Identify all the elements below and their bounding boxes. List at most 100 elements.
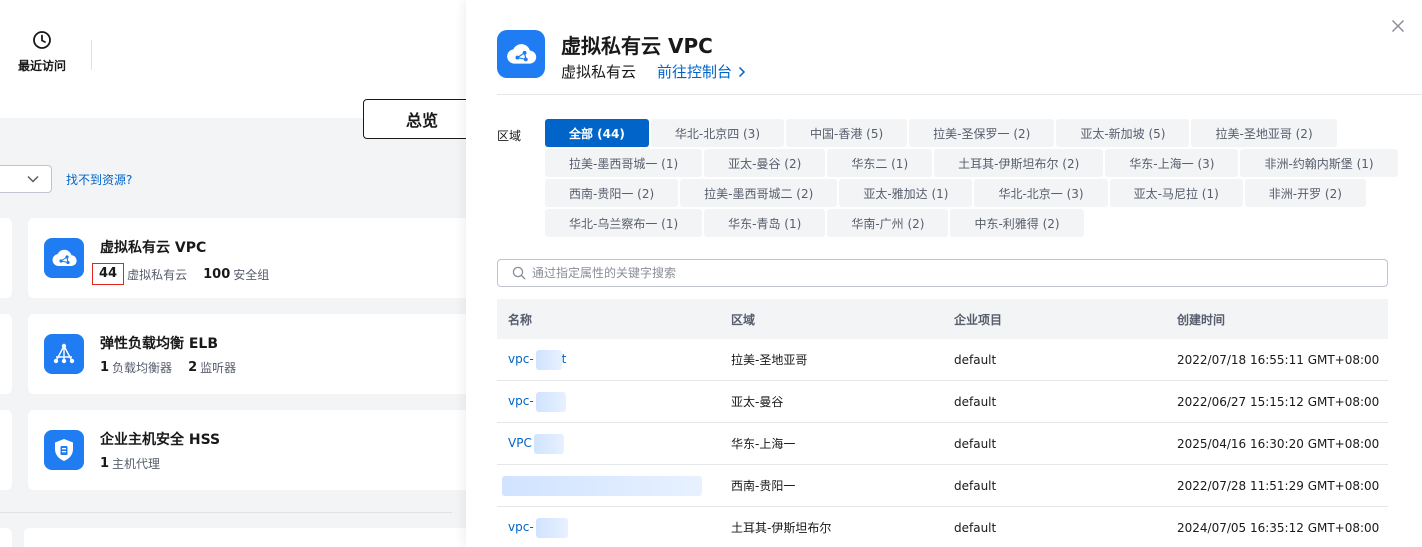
region-chip[interactable]: 华北-北京四 (3): [650, 119, 785, 147]
created-time-cell: 2022/06/27 15:15:12 GMT+08:00: [1177, 394, 1380, 409]
column-header-project[interactable]: 企业项目: [943, 311, 1166, 328]
region-cell: 华东-上海一: [731, 437, 796, 451]
vpc-name-link[interactable]: [502, 475, 702, 496]
vpc-name: vpc-: [508, 394, 534, 408]
region-chip[interactable]: 华东二 (1): [827, 149, 933, 177]
region-chip[interactable]: 亚太-曼谷 (2): [704, 149, 826, 177]
left-edge-card: [0, 314, 12, 394]
service-stats: 44 虚拟私有云 100 安全组: [92, 263, 285, 285]
region-chip[interactable]: 土耳其-伊斯坦布尔 (2): [934, 149, 1104, 177]
region-chip[interactable]: 西南-贵阳一 (2): [545, 179, 679, 207]
vpc-count[interactable]: 44: [92, 263, 125, 285]
column-header-region[interactable]: 区域: [720, 311, 943, 328]
service-card-partial[interactable]: [24, 528, 484, 547]
region-chip[interactable]: 拉美-圣保罗一 (2): [909, 119, 1055, 147]
section-divider: [0, 512, 452, 513]
region-chip[interactable]: 亚太-雅加达 (1): [839, 179, 973, 207]
close-icon[interactable]: [1390, 18, 1406, 34]
column-header-name[interactable]: 名称: [497, 311, 720, 328]
service-card-hss[interactable]: 企业主机安全 HSS 1 主机代理: [28, 410, 478, 490]
security-group-count[interactable]: 100: [203, 267, 230, 282]
stat-label: 安全组: [233, 267, 270, 282]
created-time-cell: 2024/07/05 16:35:12 GMT+08:00: [1177, 520, 1380, 535]
region-chip-all[interactable]: 全部 (44): [545, 119, 649, 147]
project-cell: default: [954, 478, 997, 493]
redacted-mask: [535, 349, 562, 370]
load-balancer-icon: [44, 334, 84, 374]
region-chip[interactable]: 亚太-马尼拉 (1): [1109, 179, 1243, 207]
vpc-name-link[interactable]: vpc-t: [508, 349, 567, 370]
recent-visits-button[interactable]: 最近访问: [14, 30, 70, 74]
cloud-vpc-icon: [497, 30, 545, 78]
service-title: 弹性负载均衡 ELB: [100, 336, 219, 352]
table-row: vpc-t 拉美-圣地亚哥 default 2022/07/18 16:55:1…: [497, 339, 1388, 381]
host-agent-count[interactable]: 1: [100, 456, 109, 471]
region-chip[interactable]: 华北-北京一 (3): [974, 179, 1108, 207]
vpc-name-link[interactable]: VPC: [508, 433, 564, 454]
stat-label: 主机代理: [112, 457, 161, 471]
recent-visits-label: 最近访问: [17, 59, 66, 73]
vpc-name: VPC: [508, 436, 532, 450]
drawer-subtitle: 虚拟私有云: [561, 63, 637, 81]
table-header: 名称 区域 企业项目 创建时间: [497, 299, 1388, 339]
cloud-vpc-icon: [44, 238, 84, 278]
search-icon: [512, 266, 526, 280]
service-card-vpc[interactable]: 虚拟私有云 VPC 44 虚拟私有云 100 安全组: [28, 218, 478, 298]
region-chip[interactable]: 中国-香港 (5): [786, 119, 908, 147]
region-cell: 土耳其-伊斯坦布尔: [731, 521, 832, 535]
vpc-resource-drawer: 虚拟私有云 VPC 虚拟私有云 前往控制台 区域 全部 (44) 华北-北京四 …: [466, 0, 1422, 547]
service-stats: 1 负载均衡器 2 监听器: [100, 359, 252, 376]
service-title: 虚拟私有云 VPC: [100, 240, 207, 256]
redacted-mask: [502, 475, 702, 496]
created-time-cell: 2025/04/16 16:30:20 GMT+08:00: [1177, 436, 1380, 451]
left-edge-card: [0, 410, 12, 490]
redacted-mask: [535, 517, 568, 538]
region-chip[interactable]: 拉美-圣地亚哥 (2): [1191, 119, 1337, 147]
column-header-created[interactable]: 创建时间: [1166, 311, 1388, 328]
table-row: vpc- 土耳其-伊斯坦布尔 default 2024/07/05 16:35:…: [497, 507, 1388, 547]
overview-tab-button[interactable]: 总览: [363, 99, 481, 139]
created-time-cell: 2022/07/28 11:51:29 GMT+08:00: [1177, 478, 1380, 493]
vpc-name-tail: t: [561, 352, 567, 366]
region-chip[interactable]: 华南-广州 (2): [827, 209, 949, 237]
table-row: 西南-贵阳一 default 2022/07/28 11:51:29 GMT+0…: [497, 465, 1388, 507]
region-chip[interactable]: 华东-青岛 (1): [704, 209, 826, 237]
region-chip[interactable]: 非洲-约翰内斯堡 (1): [1240, 149, 1398, 177]
region-chip[interactable]: 华北-乌兰察布一 (1): [545, 209, 703, 237]
service-title: 企业主机安全 HSS: [100, 432, 221, 448]
region-chip[interactable]: 亚太-新加坡 (5): [1056, 119, 1190, 147]
resource-filter-select[interactable]: [0, 165, 52, 193]
region-cell: 拉美-圣地亚哥: [731, 353, 808, 367]
shield-icon: [44, 430, 84, 470]
service-stats: 1 主机代理: [100, 455, 176, 472]
project-cell: default: [954, 352, 997, 367]
vpc-name-link[interactable]: vpc-: [508, 517, 568, 538]
vpc-name-link[interactable]: vpc-: [508, 391, 566, 412]
project-cell: default: [954, 394, 997, 409]
chevron-right-icon: [738, 66, 746, 77]
left-edge-card: [0, 218, 12, 298]
project-cell: default: [954, 520, 997, 535]
redacted-mask: [535, 391, 566, 412]
listener-count[interactable]: 2: [188, 360, 197, 375]
service-card-elb[interactable]: 弹性负载均衡 ELB 1 负载均衡器 2 监听器: [28, 314, 478, 394]
redacted-mask: [533, 433, 564, 454]
vpc-table: 名称 区域 企业项目 创建时间 vpc-t 拉美-圣地亚哥 default 20…: [497, 299, 1388, 547]
stat-label: 负载均衡器: [112, 361, 173, 375]
left-edge-card: [0, 528, 12, 547]
vpc-name: vpc-: [508, 352, 534, 366]
region-chip[interactable]: 拉美-墨西哥城一 (1): [545, 149, 703, 177]
table-row: VPC 华东-上海一 default 2025/04/16 16:30:20 G…: [497, 423, 1388, 465]
cant-find-resource-link[interactable]: 找不到资源?: [66, 171, 132, 188]
stat-label: 监听器: [200, 361, 237, 375]
region-filter-chips: 全部 (44) 华北-北京四 (3) 中国-香港 (5) 拉美-圣保罗一 (2)…: [545, 119, 1398, 239]
resource-search-input[interactable]: [532, 266, 1352, 280]
region-chip[interactable]: 华东-上海一 (3): [1105, 149, 1239, 177]
header-divider: [497, 94, 1422, 95]
region-chip[interactable]: 中东-利雅得 (2): [950, 209, 1084, 237]
region-filter-label: 区域: [497, 129, 522, 143]
go-to-console-link[interactable]: 前往控制台: [657, 61, 746, 82]
region-chip[interactable]: 非洲-开罗 (2): [1244, 179, 1366, 207]
region-chip[interactable]: 拉美-墨西哥城二 (2): [680, 179, 838, 207]
load-balancer-count[interactable]: 1: [100, 360, 109, 375]
